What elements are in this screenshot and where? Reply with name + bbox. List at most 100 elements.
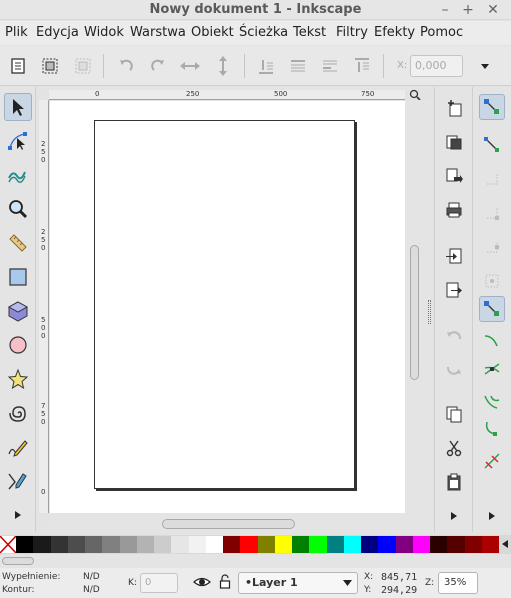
layer-dropdown[interactable]: •Layer 1 bbox=[238, 572, 358, 594]
spiral-tool-icon[interactable] bbox=[4, 399, 32, 427]
undo-icon[interactable] bbox=[441, 323, 467, 349]
raise-icon[interactable] bbox=[317, 53, 343, 79]
copy-icon[interactable] bbox=[441, 401, 467, 427]
import-icon[interactable] bbox=[441, 163, 467, 189]
snap-bbox-icon[interactable] bbox=[479, 132, 505, 158]
horizontal-scroll-thumb[interactable] bbox=[162, 519, 295, 529]
color-swatch[interactable] bbox=[16, 536, 34, 553]
select-all-icon[interactable] bbox=[5, 53, 31, 79]
minimize-button[interactable]: – bbox=[437, 0, 453, 20]
color-swatch[interactable] bbox=[240, 536, 258, 553]
paste-icon[interactable] bbox=[441, 469, 467, 495]
menu-plik[interactable]: Plik bbox=[5, 25, 28, 40]
color-swatch[interactable] bbox=[67, 536, 85, 553]
canvas[interactable] bbox=[50, 101, 405, 513]
color-swatch[interactable] bbox=[464, 536, 482, 553]
more-snap-arrow-icon[interactable] bbox=[479, 503, 505, 529]
menu-tekst[interactable]: Tekst bbox=[293, 25, 326, 40]
color-swatch[interactable] bbox=[395, 536, 413, 553]
snap-paths-icon[interactable] bbox=[479, 328, 505, 354]
color-swatch[interactable] bbox=[102, 536, 120, 553]
color-swatch[interactable] bbox=[343, 536, 361, 553]
x-field[interactable]: 0,000 bbox=[410, 55, 463, 77]
visibility-eye-icon[interactable] bbox=[193, 575, 211, 592]
ellipse-tool-icon[interactable] bbox=[4, 331, 32, 359]
color-swatch[interactable] bbox=[292, 536, 310, 553]
close-button[interactable]: ✕ bbox=[485, 0, 501, 20]
color-swatch[interactable] bbox=[309, 536, 327, 553]
color-swatch[interactable] bbox=[85, 536, 103, 553]
snap-midpoints-icon[interactable] bbox=[479, 448, 505, 474]
snap-bbox-corners-icon[interactable] bbox=[479, 200, 505, 226]
opacity-field[interactable]: 0 bbox=[140, 573, 178, 593]
color-swatch[interactable] bbox=[447, 536, 465, 553]
new-document-icon[interactable] bbox=[441, 95, 467, 121]
deselect-icon[interactable] bbox=[70, 53, 96, 79]
lock-icon[interactable] bbox=[219, 574, 231, 592]
zoom-field[interactable]: 35% bbox=[438, 572, 478, 594]
snap-bbox-midpoints-icon[interactable] bbox=[479, 234, 505, 260]
menu-edycja[interactable]: Edycja bbox=[36, 25, 79, 40]
print-icon[interactable] bbox=[441, 197, 467, 223]
menu-efekty[interactable]: Efekty bbox=[374, 25, 415, 40]
palette-menu-icon[interactable] bbox=[499, 535, 511, 552]
document-page[interactable] bbox=[94, 120, 355, 489]
maximize-button[interactable]: + bbox=[460, 0, 476, 20]
flip-vertical-icon[interactable] bbox=[210, 53, 236, 79]
snap-cusp-nodes-icon[interactable] bbox=[479, 388, 505, 414]
color-swatch[interactable] bbox=[257, 536, 275, 553]
color-swatch[interactable] bbox=[326, 536, 344, 553]
import-file-icon[interactable] bbox=[441, 243, 467, 269]
star-tool-icon[interactable] bbox=[4, 365, 32, 393]
snap-intersections-icon[interactable] bbox=[479, 356, 505, 382]
snap-bbox-centers-icon[interactable] bbox=[479, 268, 505, 294]
pencil-tool-icon[interactable] bbox=[4, 433, 32, 461]
color-swatch[interactable] bbox=[361, 536, 379, 553]
snap-bbox-edges-icon[interactable] bbox=[479, 166, 505, 192]
more-tools-arrow-icon[interactable] bbox=[4, 501, 32, 529]
menu-widok[interactable]: Widok bbox=[84, 25, 124, 40]
enable-snapping-icon[interactable] bbox=[479, 94, 505, 120]
measure-tool-icon[interactable] bbox=[4, 229, 32, 257]
grip-icon[interactable] bbox=[428, 300, 431, 324]
color-swatch[interactable] bbox=[33, 536, 51, 553]
dock-handle[interactable] bbox=[425, 100, 434, 533]
node-tool-icon[interactable] bbox=[4, 127, 32, 155]
rectangle-tool-icon[interactable] bbox=[4, 263, 32, 291]
rotate-cw-icon[interactable] bbox=[145, 53, 171, 79]
zoom-tool-icon[interactable] bbox=[4, 195, 32, 223]
raise-to-top-icon[interactable] bbox=[349, 53, 375, 79]
menu-warstwa[interactable]: Warstwa bbox=[130, 25, 186, 40]
menu-filtry[interactable]: Filtry bbox=[336, 25, 368, 40]
lower-icon[interactable] bbox=[285, 53, 311, 79]
color-swatch[interactable] bbox=[154, 536, 172, 553]
fill-value[interactable]: N/D bbox=[83, 572, 100, 582]
palette-scrollbar[interactable] bbox=[0, 554, 511, 568]
color-swatch[interactable] bbox=[412, 536, 430, 553]
color-swatch[interactable] bbox=[136, 536, 154, 553]
horizontal-scrollbar[interactable] bbox=[50, 513, 425, 533]
open-icon[interactable] bbox=[441, 129, 467, 155]
color-swatch[interactable] bbox=[188, 536, 206, 553]
color-swatch[interactable] bbox=[171, 536, 189, 553]
flip-horizontal-icon[interactable] bbox=[177, 53, 203, 79]
3d-box-tool-icon[interactable] bbox=[4, 297, 32, 325]
rotate-ccw-icon[interactable] bbox=[113, 53, 139, 79]
menu-pomoc[interactable]: Pomoc bbox=[420, 25, 463, 40]
select-all-layers-icon[interactable] bbox=[37, 53, 63, 79]
color-swatch[interactable] bbox=[205, 536, 223, 553]
tweak-tool-icon[interactable] bbox=[4, 161, 32, 189]
color-swatch[interactable] bbox=[223, 536, 241, 553]
menu-obiekt[interactable]: Obiekt bbox=[191, 25, 234, 40]
lower-to-bottom-icon[interactable] bbox=[253, 53, 279, 79]
menu-sciezka[interactable]: Ścieżka bbox=[239, 25, 288, 40]
no-paint-swatch[interactable] bbox=[0, 535, 17, 554]
stroke-value[interactable]: N/D bbox=[83, 585, 100, 595]
chevron-down-icon[interactable] bbox=[472, 53, 498, 79]
color-swatch[interactable] bbox=[274, 536, 292, 553]
color-swatch[interactable] bbox=[430, 536, 448, 553]
color-swatch[interactable] bbox=[481, 536, 499, 553]
more-commands-arrow-icon[interactable] bbox=[441, 503, 467, 529]
color-swatch[interactable] bbox=[50, 536, 68, 553]
color-swatch[interactable] bbox=[378, 536, 396, 553]
